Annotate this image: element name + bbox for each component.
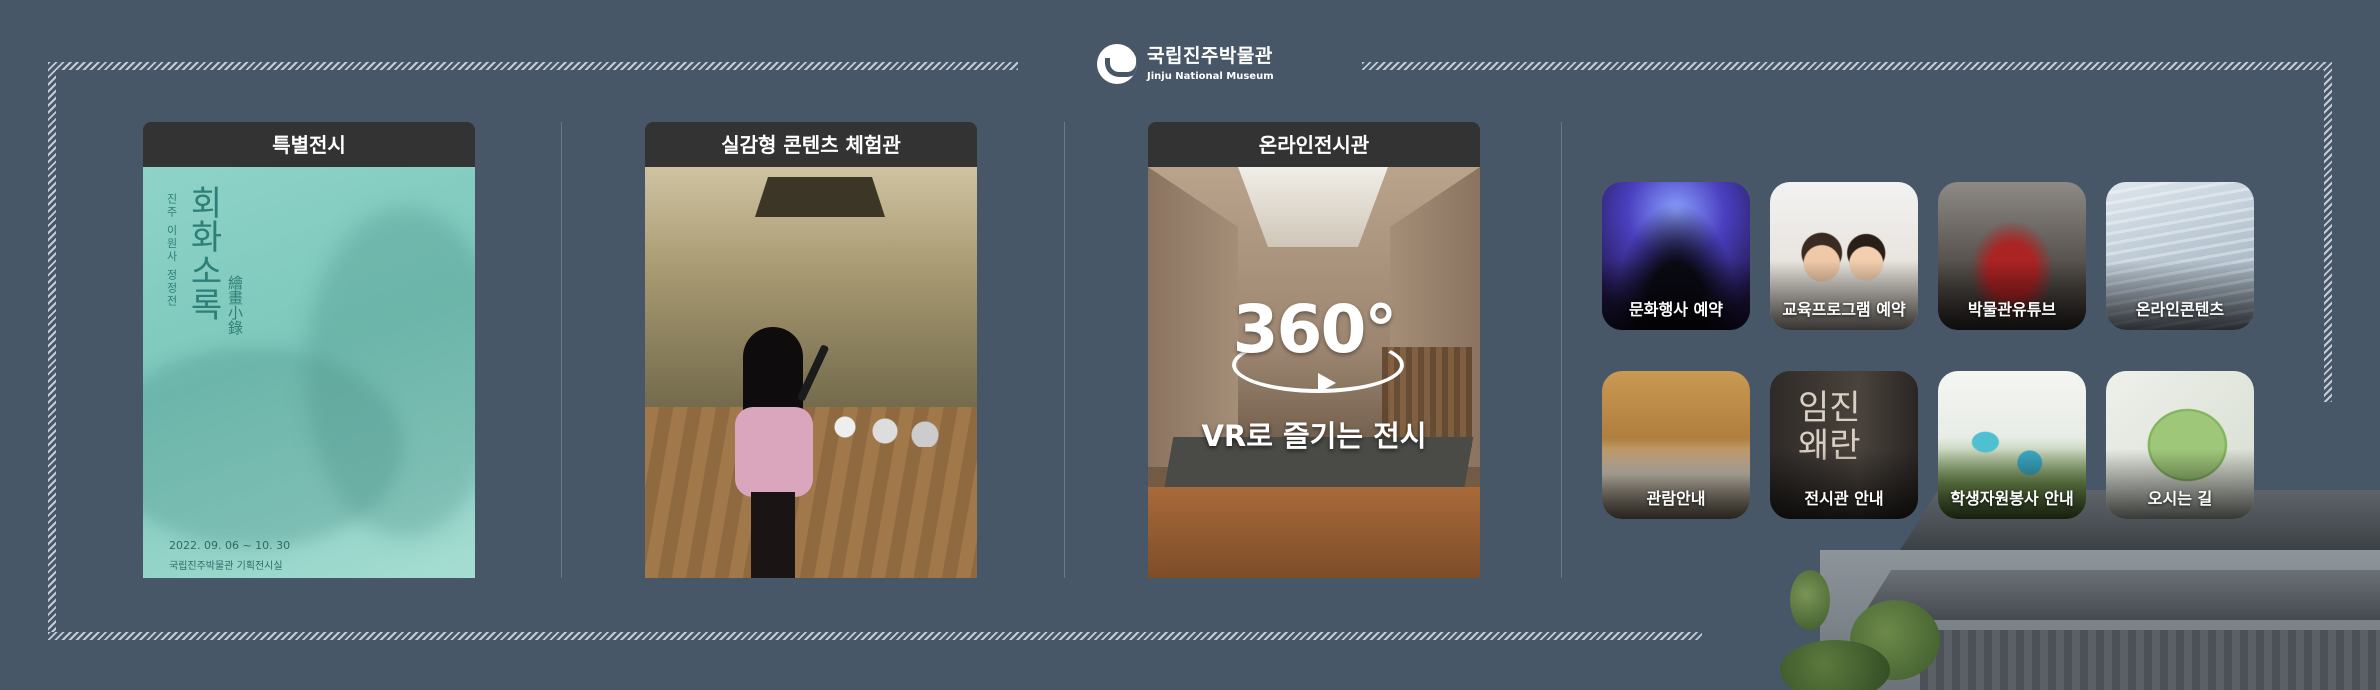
frame-top-right [1362,62,2332,70]
experience-photo[interactable] [645,167,977,578]
arrow-right-icon [1318,373,1336,393]
tile-label: 박물관유튜브 [1967,300,2057,319]
tile-label: 오시는 길 [2147,489,2213,508]
exhibition-poster-image[interactable]: 진주 이원사 정정전 회화소록 繪畫小錄 2022. 09. 06 ~ 10. … [143,167,475,578]
quick-link-education-program[interactable]: 교육프로그램 예약 [1770,182,1918,330]
card-title: 온라인전시관 [1148,122,1480,167]
column-divider [561,122,562,578]
quick-link-visitor-info[interactable]: 관람안내 [1602,371,1750,519]
tile-label: 관람안내 [1646,489,1706,508]
vr-360-badge: 360° [1232,291,1398,368]
poster-title: 회화소록 [183,185,223,321]
card-title: 실감형 콘텐츠 체험관 [645,122,977,167]
logo-name-ko: 국립진주박물관 [1147,44,1273,67]
tile-label: 온라인콘텐츠 [2135,300,2225,319]
vr-caption: VR로 즐기는 전시 [1201,419,1427,453]
quick-link-museum-youtube[interactable]: 박물관유튜브 [1938,182,2086,330]
tile-label: 전시관 안내 [1804,489,1884,508]
column-divider [1064,122,1065,578]
tile-label: 문화행사 예약 [1629,300,1723,319]
frame-top-left [48,62,1018,70]
card-special-exhibition[interactable]: 특별전시 진주 이원사 정정전 회화소록 繪畫小錄 2022. 09. 06 ~… [143,122,475,578]
card-immersive-experience[interactable]: 실감형 콘텐츠 체험관 [645,122,977,578]
quick-link-cultural-event[interactable]: 문화행사 예약 [1602,182,1750,330]
poster-date: 2022. 09. 06 ~ 10. 30 [169,539,291,552]
frame-left [48,62,56,640]
vr-exhibition-image[interactable]: 360° VR로 즐기는 전시 [1148,167,1480,578]
quick-link-directions[interactable]: 오시는 길 [2106,371,2254,519]
museum-logo[interactable]: 국립진주박물관 Jinju National Museum [1097,44,1274,84]
frame-bottom [48,632,1702,640]
quick-link-student-volunteer[interactable]: 학생자원봉사 안내 [1938,371,2086,519]
tile-label: 교육프로그램 예약 [1782,300,1906,319]
quick-link-exhibition-hall-guide[interactable]: 임진 왜란 전시관 안내 [1770,371,1918,519]
poster-series: 진주 이원사 정정전 [165,193,178,308]
poster-hanja: 繪畫小錄 [226,275,244,335]
column-divider [1561,122,1562,578]
museum-emblem-icon [1097,44,1137,84]
poster-venue: 국립진주박물관 기획전시실 [169,561,283,572]
card-title: 특별전시 [143,122,475,167]
quick-link-online-content[interactable]: 온라인콘텐츠 [2106,182,2254,330]
frame-right [2324,62,2332,402]
logo-text: 국립진주박물관 Jinju National Museum [1147,44,1274,82]
card-online-exhibition[interactable]: 온라인전시관 360° VR로 즐기는 전시 [1148,122,1480,578]
tile-label: 학생자원봉사 안내 [1950,489,2074,508]
logo-name-en: Jinju National Museum [1147,70,1274,82]
